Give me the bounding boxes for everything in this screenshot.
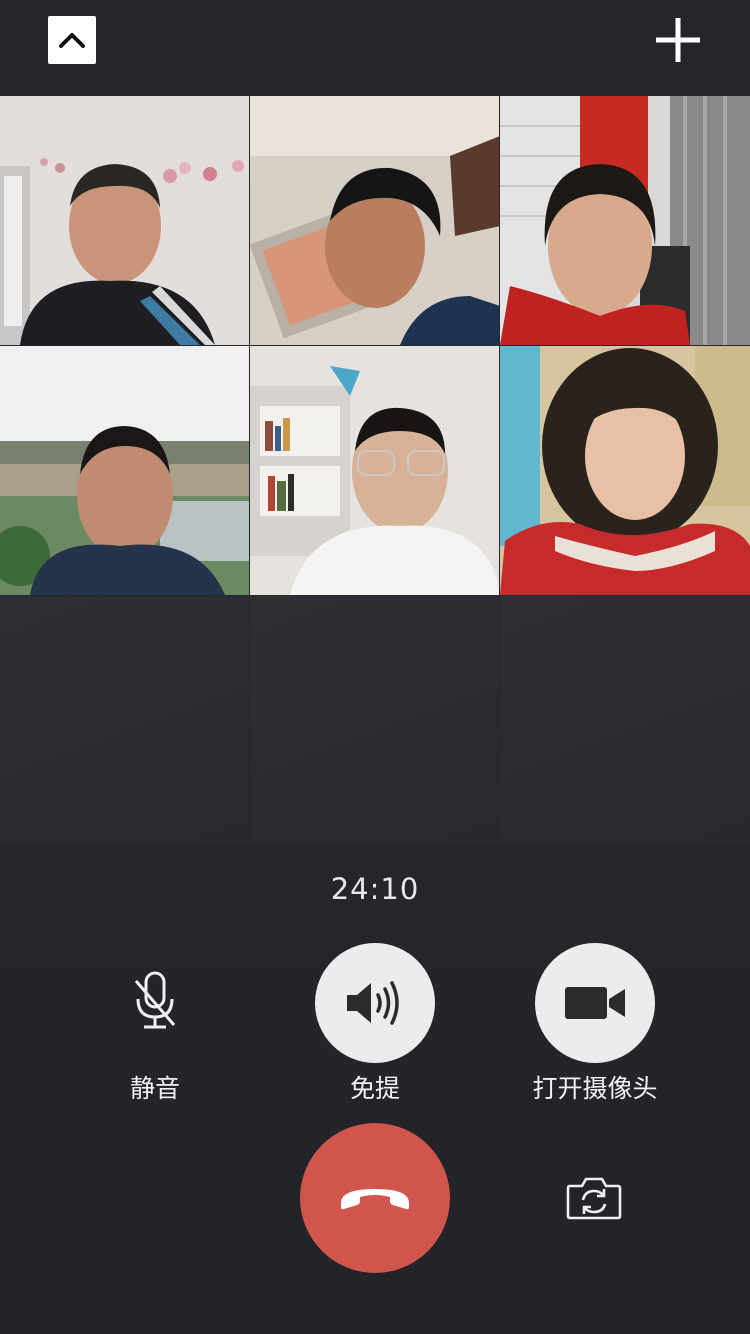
participant-video-4[interactable] xyxy=(0,346,249,595)
chevron-up-icon xyxy=(59,33,85,48)
video-grid xyxy=(0,96,750,846)
participant-video-3[interactable] xyxy=(500,96,750,345)
camera-button-circle[interactable] xyxy=(535,943,655,1063)
mute-label: 静音 xyxy=(129,1074,180,1103)
participant-video-1[interactable] xyxy=(0,96,249,345)
speaker-label: 免提 xyxy=(349,1074,400,1103)
video-camera-icon xyxy=(565,987,625,1019)
camera-switch-icon xyxy=(566,1177,622,1220)
mute-button-circle[interactable] xyxy=(95,943,215,1063)
phone-hangup-icon xyxy=(341,1189,409,1210)
speaker-button-circle[interactable] xyxy=(315,943,435,1063)
switch-camera-button[interactable] xyxy=(562,1172,626,1224)
empty-video-slot xyxy=(250,596,499,845)
participant-video-5[interactable] xyxy=(250,346,499,595)
mute-button[interactable]: 静音 xyxy=(55,943,255,1105)
call-timer: 24:10 xyxy=(330,872,420,906)
empty-video-slot xyxy=(500,596,750,845)
microphone-off-icon xyxy=(134,971,176,1029)
camera-button[interactable]: 打开摄像头 xyxy=(495,943,695,1105)
participant-video-6[interactable] xyxy=(500,346,750,595)
video-call-screen: 24:10 静音 免提 打开摄像头 xyxy=(0,0,750,1334)
speaker-button[interactable]: 免提 xyxy=(275,943,475,1105)
hangup-button[interactable] xyxy=(300,1123,450,1273)
minimize-button[interactable] xyxy=(48,16,96,64)
top-bar xyxy=(0,0,750,96)
add-participant-button[interactable] xyxy=(652,14,704,66)
camera-label: 打开摄像头 xyxy=(532,1074,658,1103)
speaker-icon xyxy=(347,981,399,1025)
participant-video-2[interactable] xyxy=(250,96,499,345)
plus-icon xyxy=(656,18,700,62)
empty-video-slot xyxy=(0,596,249,845)
